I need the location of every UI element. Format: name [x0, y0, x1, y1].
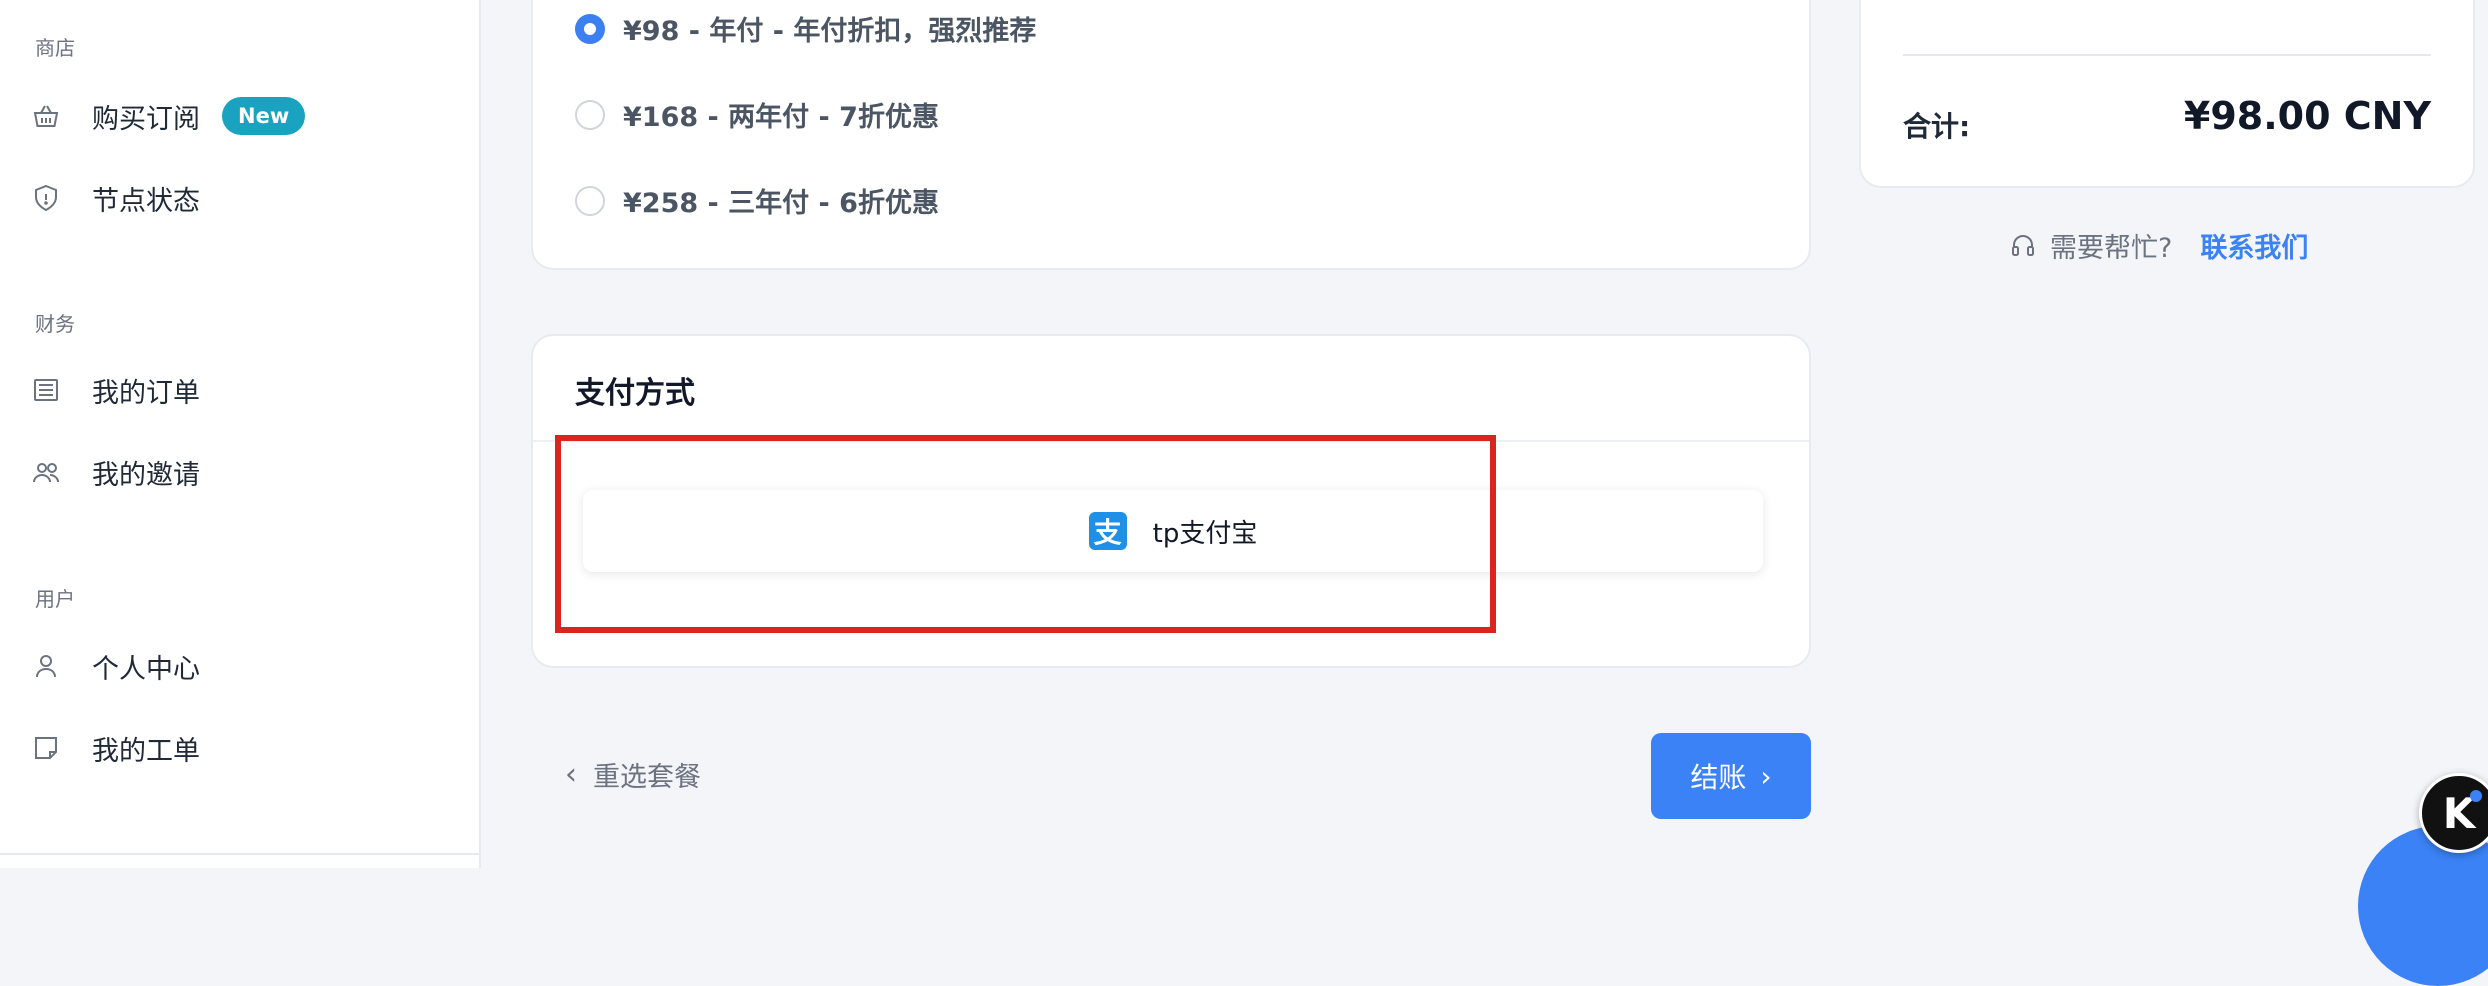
checkout-button[interactable]: 结账 ›: [1651, 733, 1811, 819]
checkout-label: 结账: [1690, 761, 1747, 794]
notification-dot: [2470, 790, 2482, 802]
payment-method-card: 支付方式 支 tp支付宝: [531, 334, 1811, 668]
section-label-user: 用户: [35, 587, 75, 611]
sidebar-item-my-orders[interactable]: 我的订单: [30, 360, 200, 420]
help-row: 需要帮忙? 联系我们: [2010, 226, 2308, 265]
sidebar-divider: [0, 853, 481, 855]
new-badge: New: [222, 97, 306, 135]
plan-option-label: ¥168 - 两年付 - 7折优惠: [623, 102, 939, 133]
headset-icon: [2010, 233, 2036, 259]
payment-method-title: 支付方式: [575, 376, 695, 411]
chevron-left-icon: ‹: [565, 757, 577, 792]
contact-us-link[interactable]: 联系我们: [2200, 226, 2308, 265]
sidebar-item-label: 我的工单: [92, 735, 200, 767]
section-label-store: 商店: [35, 36, 75, 60]
payment-option-alipay[interactable]: 支 tp支付宝: [583, 490, 1763, 572]
user-icon: [30, 650, 62, 682]
sidebar-item-label: 我的邀请: [92, 459, 200, 491]
payment-divider: [533, 440, 1809, 442]
sidebar-item-my-tickets[interactable]: 我的工单: [30, 718, 200, 778]
sidebar-item-node-status[interactable]: 节点状态: [30, 168, 200, 228]
sidebar-item-buy-subscription[interactable]: 购买订阅 New: [30, 86, 306, 146]
sidebar-item-profile[interactable]: 个人中心: [30, 636, 200, 696]
reselect-plan-link[interactable]: ‹ 重选套餐: [565, 755, 701, 794]
radio-unchecked[interactable]: [575, 99, 605, 130]
chevron-right-icon: ›: [1760, 759, 1772, 793]
radio-unchecked[interactable]: [575, 185, 605, 216]
plan-option-yearly[interactable]: ¥98 - 年付 - 年付折扣，强烈推荐: [575, 9, 1036, 48]
sidebar-item-label: 节点状态: [92, 185, 200, 217]
sidebar-item-label: 个人中心: [92, 653, 200, 685]
basket-icon: [30, 100, 62, 132]
help-text: 需要帮忙?: [2050, 233, 2173, 264]
section-label-finance: 财务: [35, 312, 75, 336]
shield-icon: [30, 182, 62, 214]
order-summary-card: 合计: ¥98.00 CNY: [1859, 0, 2475, 188]
summary-divider: [1903, 54, 2431, 56]
sidebar-item-label: 我的订单: [92, 377, 200, 409]
list-icon: [30, 374, 62, 406]
plan-options-card: ¥98 - 年付 - 年付折扣，强烈推荐 ¥168 - 两年付 - 7折优惠 ¥…: [531, 0, 1811, 270]
plan-option-label: ¥98 - 年付 - 年付折扣，强烈推荐: [623, 16, 1037, 47]
users-icon: [30, 456, 62, 488]
sidebar: 商店 购买订阅 New 节点状态 财务 我的订单 我的邀请 用户 个人中心 我的…: [0, 0, 481, 868]
radio-checked[interactable]: [575, 13, 605, 44]
ticket-icon: [30, 732, 62, 764]
sidebar-item-label: 购买订阅: [92, 103, 200, 135]
sidebar-item-my-invites[interactable]: 我的邀请: [30, 442, 200, 502]
total-value: ¥98.00 CNY: [2183, 94, 2431, 138]
plan-option-label: ¥258 - 三年付 - 6折优惠: [623, 188, 939, 219]
payment-option-label: tp支付宝: [1152, 518, 1258, 549]
plan-option-three-years[interactable]: ¥258 - 三年付 - 6折优惠: [575, 181, 939, 220]
plan-option-two-years[interactable]: ¥168 - 两年付 - 7折优惠: [575, 95, 939, 134]
total-label: 合计:: [1903, 110, 1971, 143]
reselect-plan-label: 重选套餐: [593, 762, 701, 793]
alipay-icon: 支: [1088, 512, 1127, 550]
